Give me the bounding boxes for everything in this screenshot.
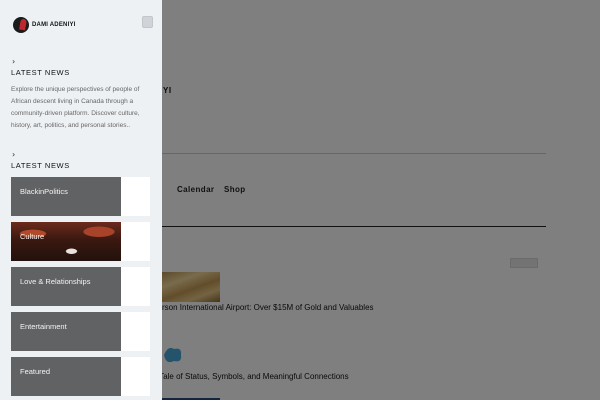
category-image [11, 177, 121, 216]
site-description: Explore the unique perspectives of peopl… [11, 86, 140, 129]
section-title-latest-news: LATEST NEWS [11, 68, 70, 77]
category-image [11, 357, 121, 396]
site-logo[interactable]: DAMI ADENIYI [13, 17, 76, 33]
chevron-right-icon[interactable]: › [12, 58, 18, 66]
category-label: Featured [20, 367, 51, 376]
category-label: Culture [20, 232, 45, 241]
category-label: Entertainment [20, 322, 67, 331]
side-drawer: DAMI ADENIYI › LATEST NEWS Explore the u… [0, 0, 162, 400]
category-love-relationships[interactable]: Love & Relationships [11, 267, 150, 306]
category-image [11, 222, 121, 261]
chevron-right-icon[interactable]: › [12, 151, 18, 159]
category-featured[interactable]: Featured [11, 357, 150, 396]
category-image [11, 312, 121, 351]
logo-text: DAMI ADENIYI [32, 22, 76, 28]
category-label: BlackinPolitics [20, 187, 68, 196]
section-title-latest-news-2: LATEST NEWS [11, 161, 70, 170]
category-entertainment[interactable]: Entertainment [11, 312, 150, 351]
category-label: Love & Relationships [20, 277, 91, 286]
category-blackinpolitics[interactable]: BlackinPolitics [11, 177, 150, 216]
close-icon[interactable] [142, 16, 153, 28]
category-culture[interactable]: Culture [11, 222, 150, 261]
logo-icon [13, 17, 29, 33]
category-image [11, 267, 121, 306]
